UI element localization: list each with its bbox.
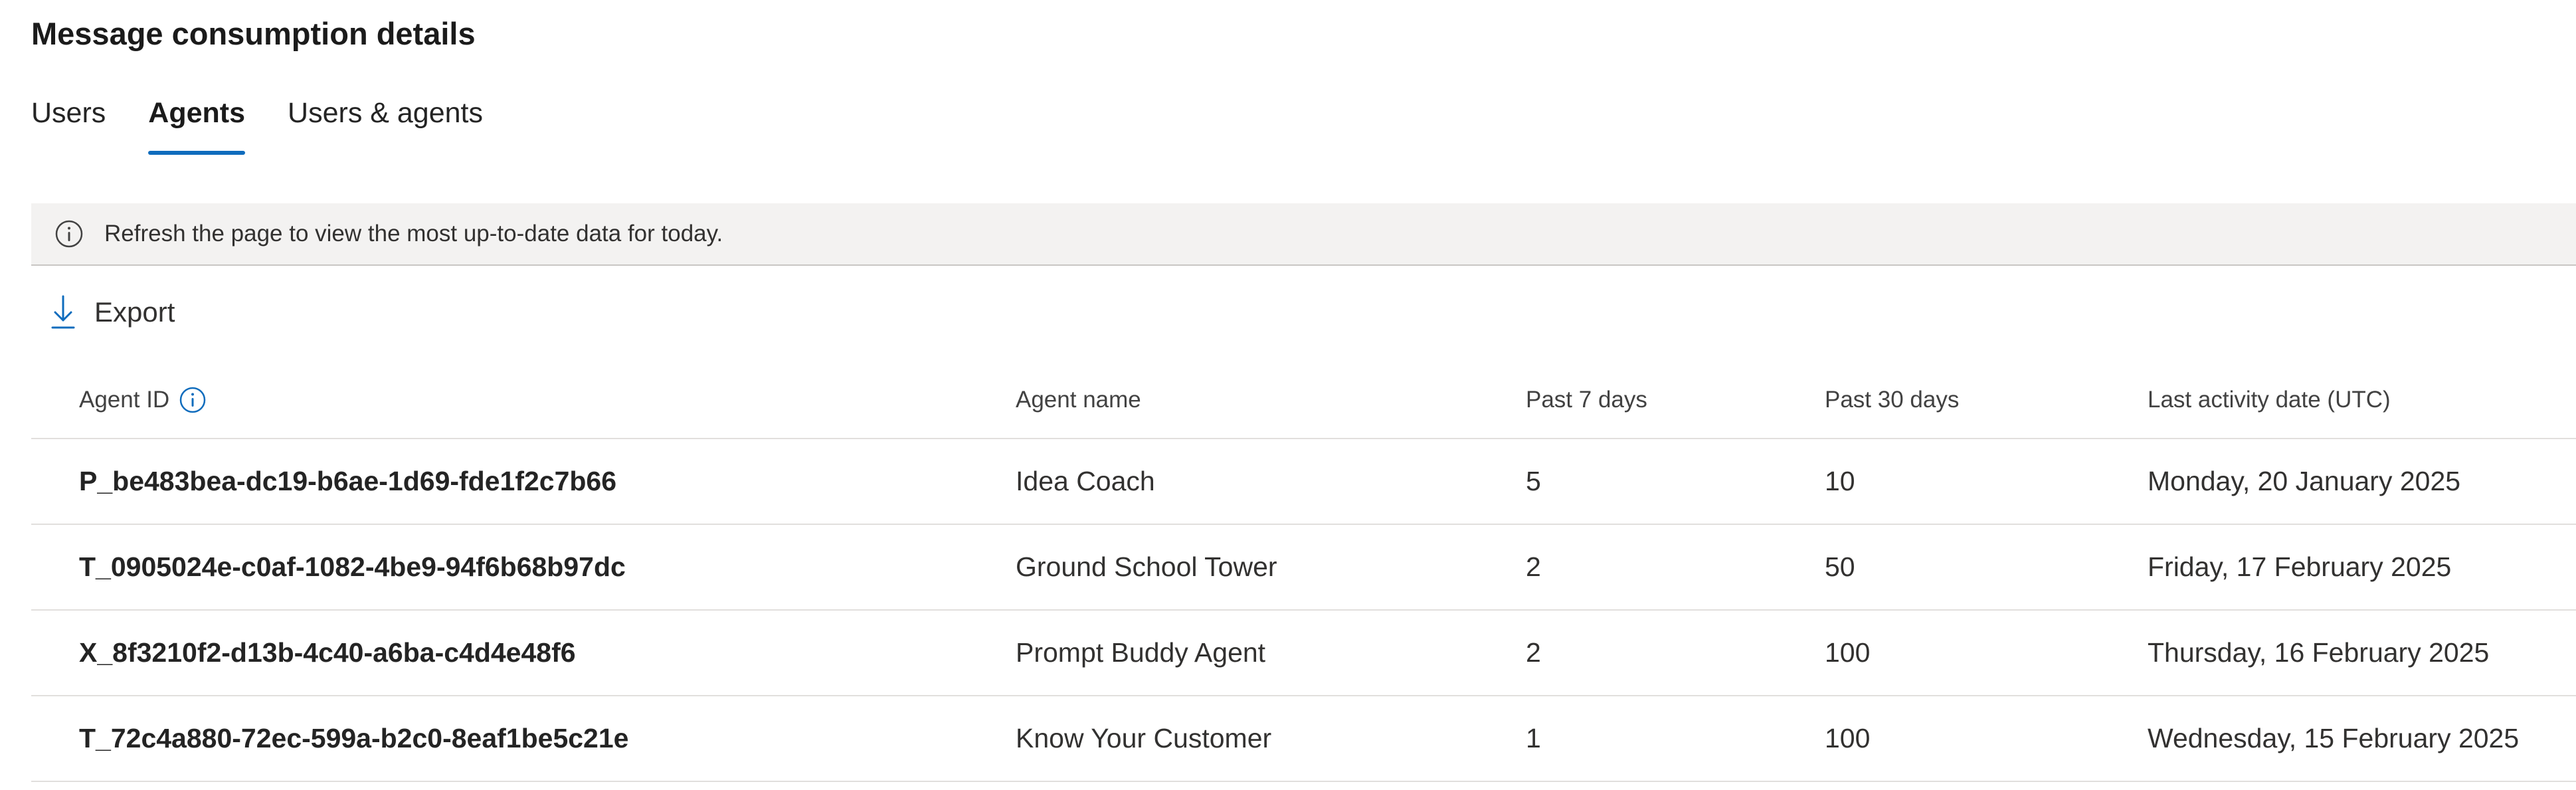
agent-name-cell: Know Your Customer [1016,723,1272,753]
agent-name-cell: Ground School Tower [1016,551,1277,582]
column-header-past-30-days[interactable]: Past 30 days [1825,362,1959,438]
agent-id-cell: X_8f3210f2-d13b-4c40-a6ba-c4d4e48f6 [79,637,576,668]
export-label: Export [94,296,175,328]
tab-users-and-agents[interactable]: Users & agents [288,90,483,156]
past-30-days-cell: 50 [1825,551,1855,582]
download-icon [48,294,78,331]
last-activity-cell: Thursday, 16 February 2025 [2148,637,2490,668]
column-header-agent-name[interactable]: Agent name [1016,362,1141,438]
column-header-last-activity[interactable]: Last activity date (UTC) [2148,362,2391,438]
page-title: Message consumption details [31,16,476,51]
last-activity-cell: Friday, 17 February 2025 [2148,551,2452,582]
column-header-label: Agent ID [79,387,170,413]
message-consumption-page: Message consumption details Users Agents… [0,0,2576,790]
table-row[interactable]: T_0905024e-c0af-1082-4be9-94f6b68b97dc G… [31,525,2576,611]
table-header-row: Agent ID Agent name Past 7 days Past 30 … [31,362,2576,439]
agents-table: Agent ID Agent name Past 7 days Past 30 … [31,362,2576,782]
agent-id-cell: T_0905024e-c0af-1082-4be9-94f6b68b97dc [79,551,626,582]
last-activity-cell: Monday, 20 January 2025 [2148,466,2461,496]
info-banner: Refresh the page to view the most up-to-… [31,203,2576,266]
past-7-days-cell: 5 [1526,466,1541,496]
past-30-days-cell: 100 [1825,637,1871,668]
past-30-days-cell: 10 [1825,466,1855,496]
past-7-days-cell: 2 [1526,551,1541,582]
column-header-agent-id[interactable]: Agent ID [79,362,207,438]
export-button[interactable]: Export [48,286,175,339]
info-icon[interactable] [179,386,207,414]
info-icon [54,219,84,249]
table-row[interactable]: T_72c4a880-72ec-599a-b2c0-8eaf1be5c21e K… [31,696,2576,782]
agent-id-cell: T_72c4a880-72ec-599a-b2c0-8eaf1be5c21e [79,723,629,753]
tab-agents[interactable]: Agents [148,90,245,156]
agent-name-cell: Idea Coach [1016,466,1155,496]
tab-list: Users Agents Users & agents [31,90,483,156]
table-row[interactable]: P_be483bea-dc19-b6ae-1d69-fde1f2c7b66 Id… [31,439,2576,525]
table-row[interactable]: X_8f3210f2-d13b-4c40-a6ba-c4d4e48f6 Prom… [31,611,2576,696]
column-header-past-7-days[interactable]: Past 7 days [1526,362,1647,438]
past-7-days-cell: 2 [1526,637,1541,668]
last-activity-cell: Wednesday, 15 February 2025 [2148,723,2520,753]
agent-id-cell: P_be483bea-dc19-b6ae-1d69-fde1f2c7b66 [79,466,617,496]
past-30-days-cell: 100 [1825,723,1871,753]
tab-users[interactable]: Users [31,90,106,156]
past-7-days-cell: 1 [1526,723,1541,753]
banner-message: Refresh the page to view the most up-to-… [104,221,723,247]
agent-name-cell: Prompt Buddy Agent [1016,637,1266,668]
